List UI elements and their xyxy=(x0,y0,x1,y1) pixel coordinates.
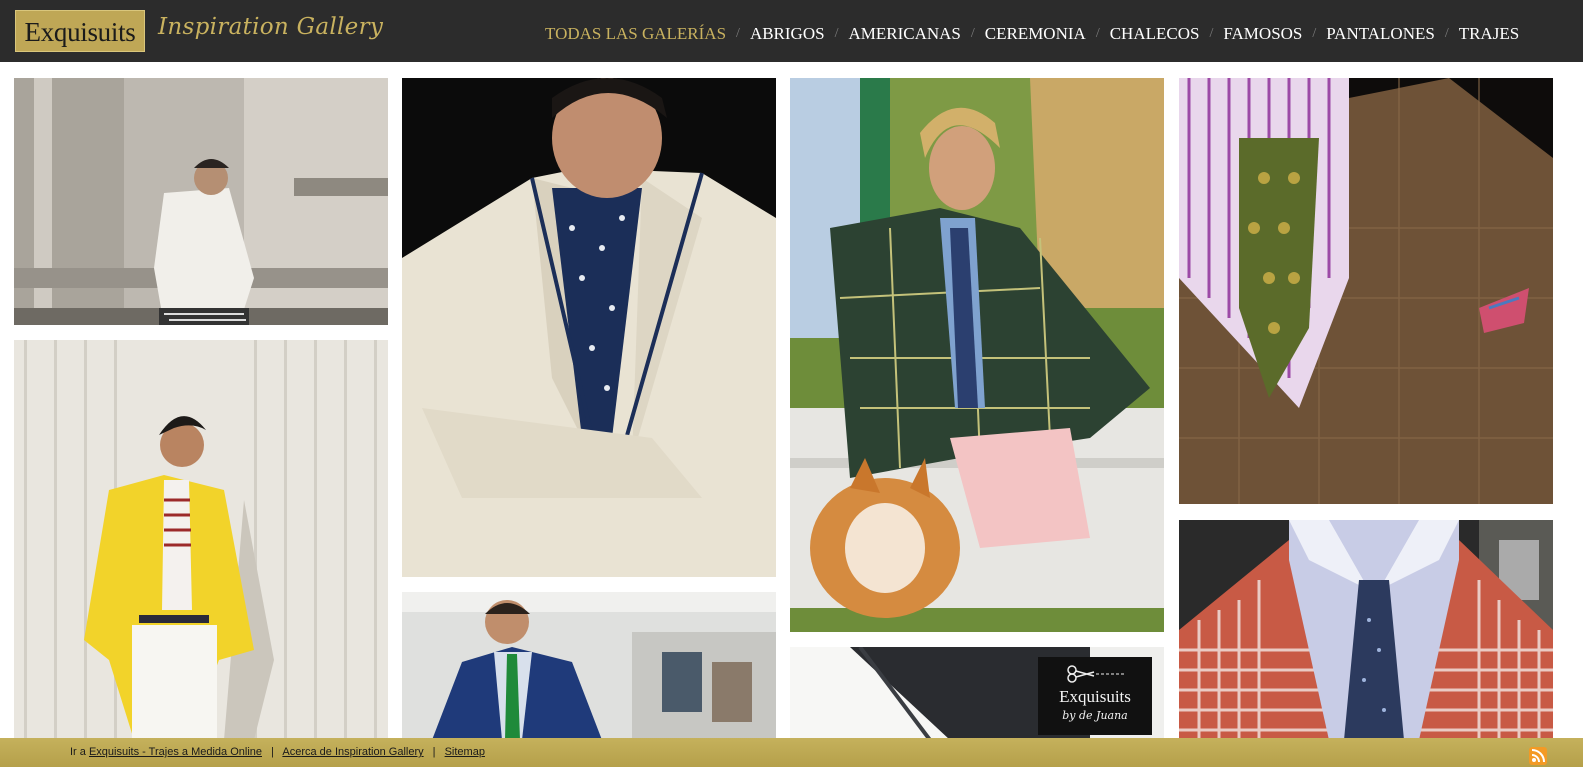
rss-icon[interactable] xyxy=(1529,747,1547,765)
footer-link-sitemap[interactable]: Sitemap xyxy=(445,746,485,758)
nav-all-galleries[interactable]: TODAS LAS GALERÍAS xyxy=(545,24,726,44)
nav-trajes[interactable]: TRAJES xyxy=(1459,24,1519,44)
nav-separator: / xyxy=(1209,26,1214,41)
footer-link-home[interactable]: Exquisuits - Trajes a Medida Online xyxy=(89,746,262,758)
site-header: Exquisuits Inspiration Gallery TODAS LAS… xyxy=(0,0,1583,62)
nav-separator: / xyxy=(736,26,740,41)
gallery-photo-white-blazer[interactable] xyxy=(14,78,388,325)
nav-separator: / xyxy=(834,26,839,41)
site-subtitle[interactable]: Inspiration Gallery xyxy=(158,14,383,40)
nav-ceremonia[interactable]: CEREMONIA xyxy=(985,24,1086,44)
gallery-photo-yellow-blazer[interactable] xyxy=(14,340,388,740)
badge-subtitle: by de Juana xyxy=(1062,709,1128,722)
main-nav: TODAS LAS GALERÍAS / ABRIGOS / AMERICANA… xyxy=(545,22,1519,46)
gallery-photo-cream-blazer[interactable] xyxy=(402,78,776,577)
nav-separator: / xyxy=(1444,26,1449,41)
site-logo[interactable]: Exquisuits xyxy=(15,10,145,52)
nav-separator: / xyxy=(1312,26,1317,41)
footer-separator: | xyxy=(432,746,436,758)
exquisuits-badge: Exquisuits by de Juana xyxy=(1038,657,1152,735)
gallery-photo-plaid-jacket-corgi[interactable] xyxy=(790,78,1164,632)
footer-link-about[interactable]: Acerca de Inspiration Gallery xyxy=(282,746,423,758)
gallery-photo-red-gingham-jacket[interactable] xyxy=(1179,520,1553,740)
badge-title: Exquisuits xyxy=(1059,687,1131,706)
nav-separator: / xyxy=(970,26,975,41)
footer-prefix: Ir a xyxy=(70,746,86,758)
scissors-icon xyxy=(1067,665,1124,683)
nav-abrigos[interactable]: ABRIGOS xyxy=(750,24,825,44)
nav-famosos[interactable]: FAMOSOS xyxy=(1223,24,1302,44)
gallery-photo-brown-check-jacket[interactable] xyxy=(1179,78,1553,504)
nav-chalecos[interactable]: CHALECOS xyxy=(1110,24,1200,44)
footer-separator: | xyxy=(271,746,274,758)
gallery-photo-navy-suit[interactable] xyxy=(402,592,776,740)
nav-americanas[interactable]: AMERICANAS xyxy=(848,24,960,44)
site-footer: Ir a Exquisuits - Trajes a Medida Online… xyxy=(0,738,1583,767)
nav-separator: / xyxy=(1095,26,1100,41)
nav-pantalones[interactable]: PANTALONES xyxy=(1326,24,1435,44)
